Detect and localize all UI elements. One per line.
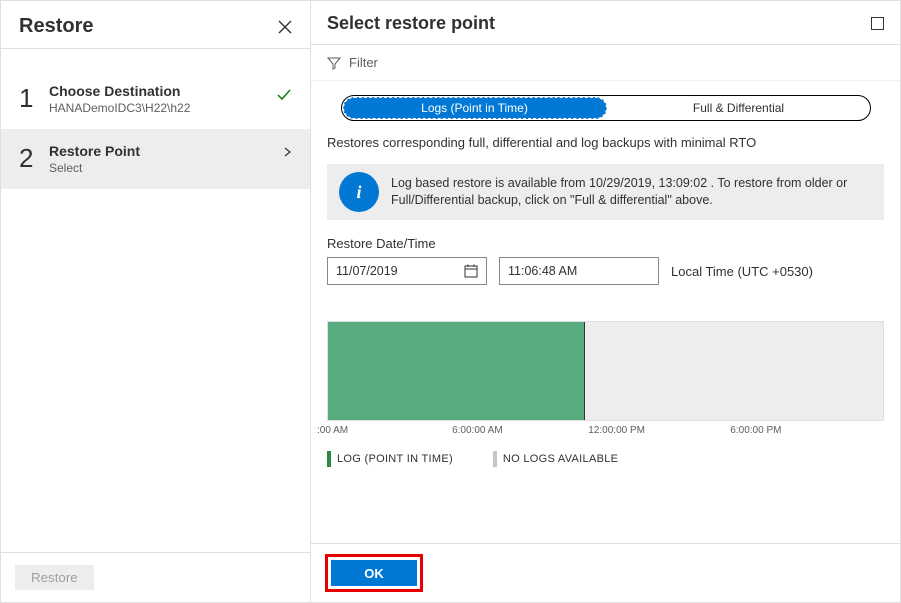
- maximize-icon[interactable]: [871, 17, 884, 30]
- legend-swatch-green: [327, 451, 331, 467]
- step-title: Restore Point: [49, 143, 292, 159]
- detail-panel: Select restore point Filter Logs (Point …: [311, 1, 900, 602]
- step-subtitle: HANADemoIDC3\H22\h22: [49, 101, 292, 115]
- toggle-full-differential[interactable]: Full & Differential: [608, 96, 870, 120]
- legend-nologs: NO LOGS AVAILABLE: [493, 451, 618, 467]
- restore-button[interactable]: Restore: [15, 565, 94, 590]
- info-icon: i: [339, 172, 379, 212]
- filter-label: Filter: [349, 55, 378, 70]
- timeline-legend: LOG (POINT IN TIME) NO LOGS AVAILABLE: [327, 451, 884, 467]
- timeline-chart: :00 AM 6:00:00 AM 12:00:00 PM 6:00:00 PM…: [327, 321, 884, 467]
- filter-icon: [327, 56, 341, 70]
- step-number: 2: [19, 143, 49, 174]
- legend-logs: LOG (POINT IN TIME): [327, 451, 453, 467]
- legend-swatch-grey: [493, 451, 497, 467]
- timeline-segment-logs: [328, 322, 585, 420]
- step-number: 1: [19, 83, 49, 114]
- info-banner: i Log based restore is available from 10…: [327, 164, 884, 220]
- date-value: 11/07/2019: [336, 264, 398, 278]
- calendar-icon: [464, 264, 478, 278]
- toggle-logs[interactable]: Logs (Point in Time): [343, 97, 607, 119]
- panel-title: Select restore point: [327, 13, 495, 34]
- step-restore-point[interactable]: 2 Restore Point Select: [1, 129, 310, 189]
- checkmark-icon: [276, 87, 292, 103]
- filter-button[interactable]: Filter: [311, 45, 900, 81]
- step-title: Choose Destination: [49, 83, 292, 99]
- ok-button[interactable]: OK: [331, 560, 417, 586]
- restore-type-toggle: Logs (Point in Time) Full & Differential: [341, 95, 871, 121]
- time-value: 11:06:48 AM: [508, 264, 577, 278]
- timezone-label: Local Time (UTC +0530): [671, 264, 813, 279]
- description-text: Restores corresponding full, differentia…: [327, 135, 884, 150]
- ok-highlight: OK: [325, 554, 423, 592]
- wizard-panel: Restore 1 Choose Destination HANADemoIDC…: [1, 1, 311, 602]
- step-choose-destination[interactable]: 1 Choose Destination HANADemoIDC3\H22\h2…: [1, 69, 310, 129]
- close-icon[interactable]: [278, 20, 292, 34]
- timeline-bar[interactable]: [327, 321, 884, 421]
- chevron-right-icon: [282, 147, 292, 157]
- date-input[interactable]: 11/07/2019: [327, 257, 487, 285]
- timeline-ticks: :00 AM 6:00:00 AM 12:00:00 PM 6:00:00 PM: [327, 425, 884, 441]
- timeline-segment-nologs: [585, 322, 883, 420]
- wizard-title: Restore: [19, 15, 93, 38]
- datetime-label: Restore Date/Time: [327, 236, 884, 251]
- step-subtitle: Select: [49, 161, 292, 175]
- time-input[interactable]: 11:06:48 AM: [499, 257, 659, 285]
- info-text: Log based restore is available from 10/2…: [391, 165, 884, 220]
